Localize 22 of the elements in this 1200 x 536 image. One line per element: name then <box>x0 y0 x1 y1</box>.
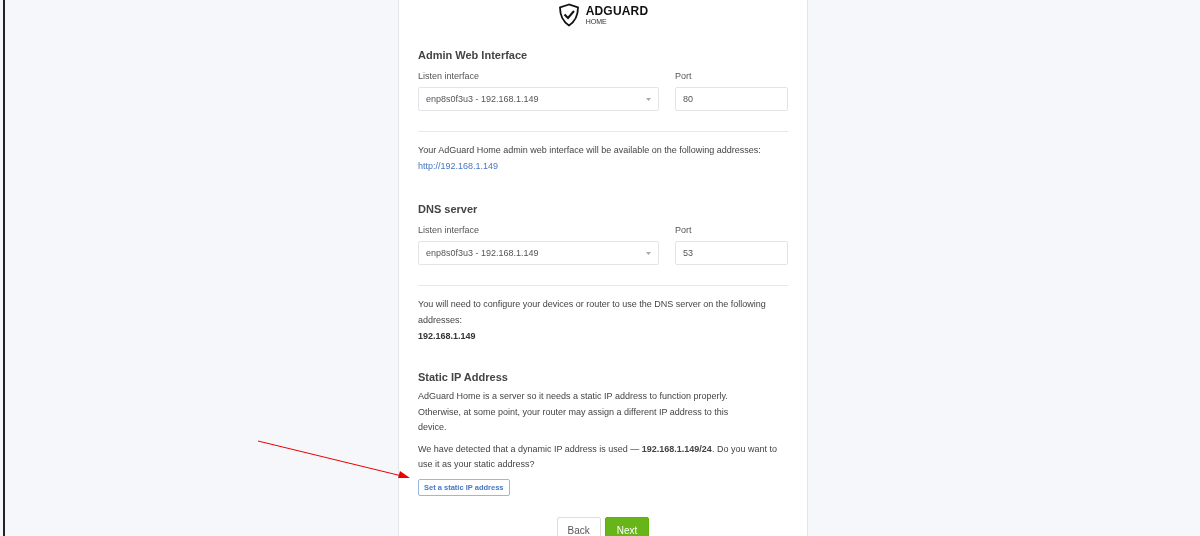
paragraph: AdGuard Home is a server so it needs a static IP address to function properly. Otherwise, at some point, your router may assign a different IP address to this device. <box>418 390 730 434</box>
address-link[interactable]: http://192.168.1.149 <box>418 161 499 171</box>
note-text: Your AdGuard Home admin web interface will be available on the following addresses: <box>418 144 762 157</box>
note-text: You will need to configure your devices or router to use the DNS server on the following addresses: <box>418 298 767 327</box>
interface-select[interactable]: enp8s0f3u3 - 192.168.1.149 <box>418 87 659 111</box>
field-label: Port <box>675 71 693 81</box>
section-title: Static IP Address <box>418 371 509 383</box>
caret-icon <box>646 251 651 255</box>
section-title: DNS server <box>418 203 479 215</box>
back-button[interactable]: Back <box>556 516 601 536</box>
port-field[interactable]: 80 <box>675 87 788 111</box>
section-title: Admin Web Interface <box>418 49 529 61</box>
port-field[interactable]: 53 <box>675 241 788 265</box>
field-label: Port <box>675 225 693 235</box>
address-text: 192.168.1.149 <box>418 331 477 341</box>
field-label: Listen interface <box>418 225 481 235</box>
paragraph: We have detected that a dynamic IP address is used — 192.168.1.149/24. Do you want to use it as your static address? <box>418 442 778 471</box>
caret-icon <box>646 97 651 101</box>
field-label: Listen interface <box>418 71 481 81</box>
logo-name: ADGUARD <box>585 5 649 17</box>
shield-check-icon <box>557 3 580 27</box>
interface-select[interactable]: enp8s0f3u3 - 192.168.1.149 <box>418 241 659 265</box>
